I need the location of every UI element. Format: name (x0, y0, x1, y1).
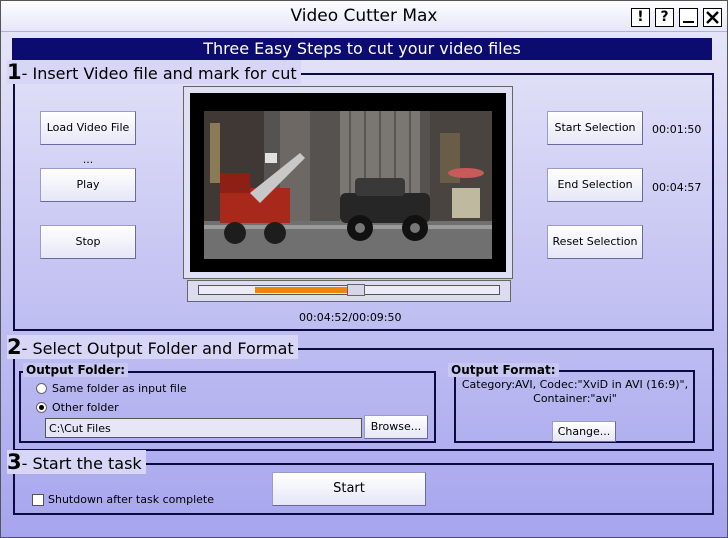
help-button[interactable]: ? (655, 8, 674, 27)
end-selection-button[interactable]: End Selection (547, 168, 643, 202)
end-time: 00:04:57 (652, 181, 702, 194)
format-description-line2: Container:"avi" (533, 392, 617, 405)
same-folder-radio[interactable] (36, 383, 47, 394)
step1-number: 1 (7, 60, 22, 84)
output-format-title: Output Format: (448, 363, 559, 377)
selection-range (254, 287, 350, 293)
steps-banner: Three Easy Steps to cut your video files (12, 38, 712, 60)
shutdown-label: Shutdown after task complete (48, 493, 214, 506)
browse-button[interactable]: Browse... (364, 415, 428, 439)
step2-title: - Select Output Folder and Format (21, 339, 294, 358)
other-folder-label: Other folder (52, 401, 119, 414)
reset-selection-button[interactable]: Reset Selection (547, 225, 643, 259)
start-task-button[interactable]: Start (272, 472, 426, 506)
step2-heading: 2- Select Output Folder and Format (7, 335, 298, 359)
output-folder-title: Output Folder: (23, 363, 129, 377)
output-path-input[interactable] (45, 418, 362, 438)
stop-button[interactable]: Stop (40, 225, 136, 259)
start-time: 00:01:50 (652, 123, 702, 136)
start-selection-button[interactable]: Start Selection (547, 111, 643, 145)
step3-heading: 3- Start the task (7, 450, 146, 474)
step3-title: - Start the task (21, 454, 142, 473)
radio-dot-icon (39, 405, 44, 410)
video-frame-image (190, 93, 506, 272)
app-window: Video Cutter Max ! ? Three Easy Steps to… (0, 0, 728, 538)
step2-number: 2 (7, 335, 22, 359)
video-preview (190, 93, 506, 272)
close-icon (706, 11, 719, 24)
title-bar: Video Cutter Max ! ? (1, 1, 727, 32)
playhead-thumb[interactable] (346, 284, 365, 296)
about-button[interactable]: ! (631, 8, 650, 27)
shutdown-checkbox[interactable] (32, 494, 44, 506)
change-format-button[interactable]: Change... (552, 421, 616, 442)
close-button[interactable] (703, 8, 722, 27)
play-button[interactable]: Play (40, 168, 136, 202)
window-title: Video Cutter Max (290, 6, 438, 26)
other-folder-radio[interactable] (36, 402, 47, 413)
video-preview-frame (183, 86, 513, 279)
seek-bar[interactable] (187, 280, 511, 302)
playback-position: 00:04:52/00:09:50 (299, 311, 402, 324)
minimize-button[interactable] (679, 8, 698, 27)
minimize-icon (683, 21, 694, 23)
step1-heading: 1- Insert Video file and mark for cut (7, 60, 301, 84)
step3-number: 3 (7, 450, 22, 474)
step1-title: - Insert Video file and mark for cut (21, 64, 297, 83)
same-folder-label: Same folder as input file (52, 382, 187, 395)
load-video-button[interactable]: Load Video File ... (40, 111, 136, 166)
format-description-line1: Category:AVI, Codec:"XviD in AVI (16:9)"… (461, 378, 689, 391)
